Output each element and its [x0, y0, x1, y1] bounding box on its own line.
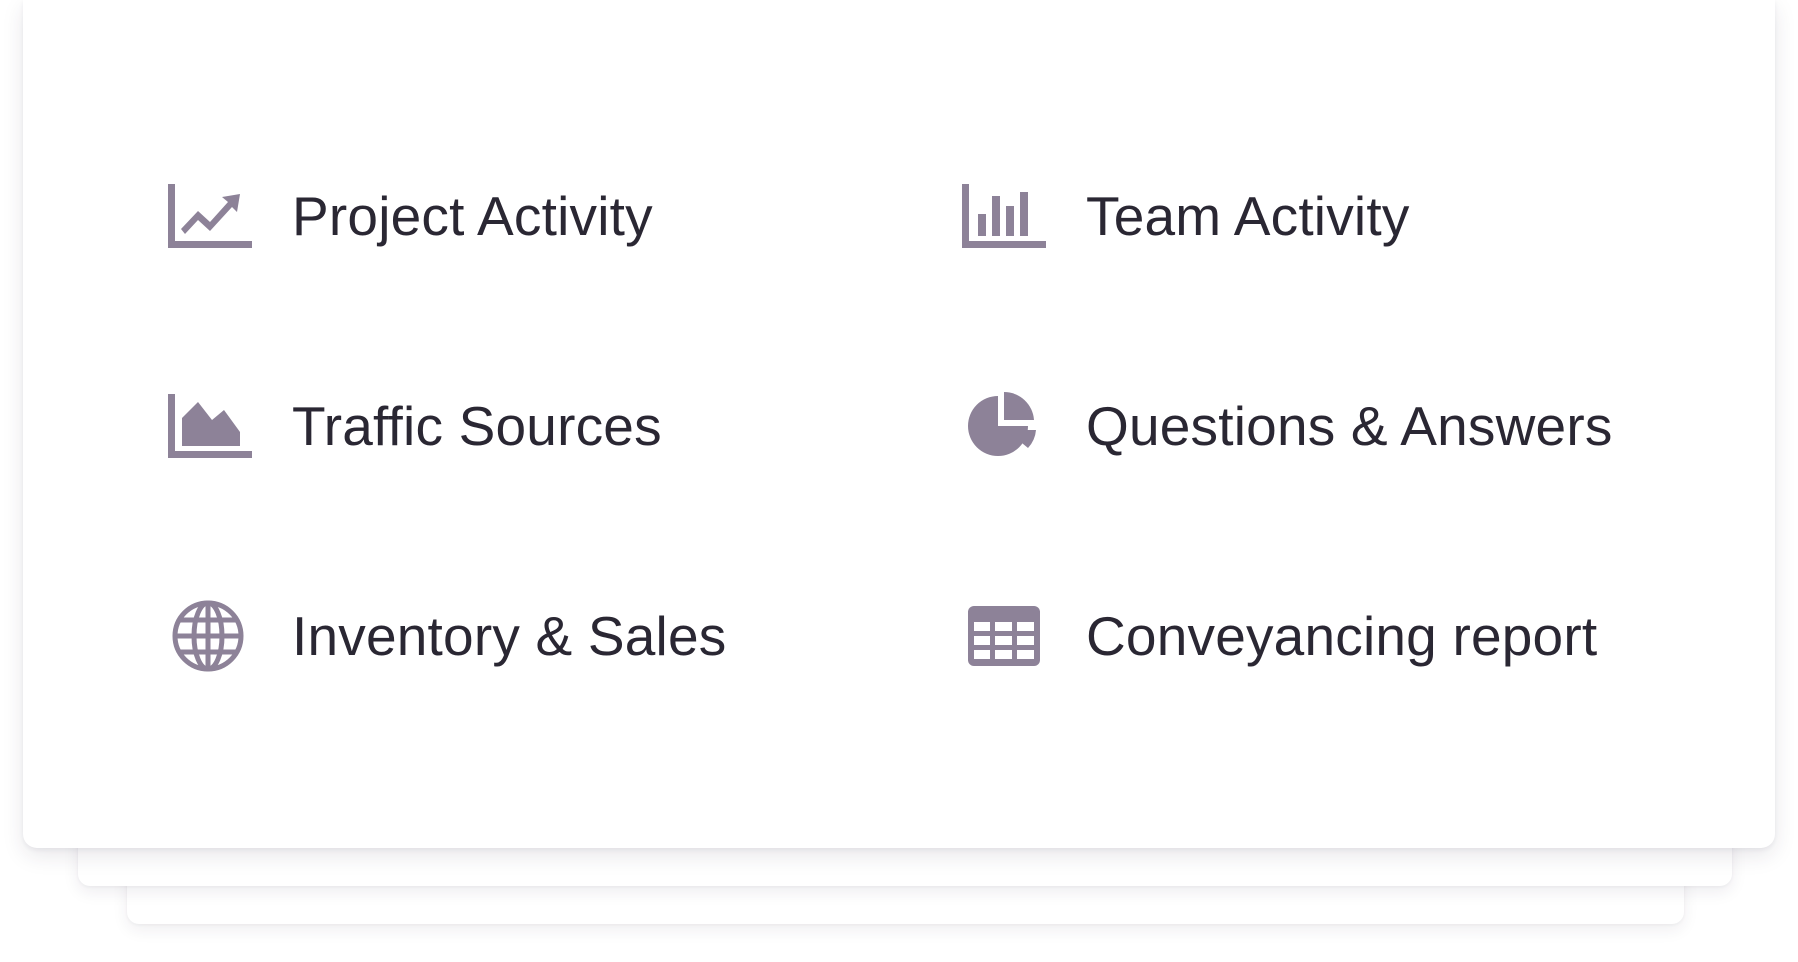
report-label: Team Activity [1086, 185, 1410, 247]
line-chart-icon [168, 180, 254, 252]
globe-icon [168, 600, 254, 672]
bar-chart-icon [962, 180, 1048, 252]
report-label: Traffic Sources [292, 395, 662, 457]
pie-chart-icon [962, 390, 1048, 462]
report-item-project-activity[interactable]: Project Activity [168, 171, 653, 261]
report-item-questions-answers[interactable]: Questions & Answers [962, 381, 1613, 471]
report-item-traffic-sources[interactable]: Traffic Sources [168, 381, 662, 471]
report-item-team-activity[interactable]: Team Activity [962, 171, 1410, 261]
area-chart-icon [168, 390, 254, 462]
report-label: Questions & Answers [1086, 395, 1613, 457]
report-item-inventory-sales[interactable]: Inventory & Sales [168, 591, 726, 681]
report-menu-stage: Project Activity Team Activity Traffic S… [0, 0, 1798, 962]
reports-card: Project Activity Team Activity Traffic S… [23, 0, 1775, 848]
report-item-conveyancing-report[interactable]: Conveyancing report [962, 591, 1597, 681]
table-icon [962, 600, 1048, 672]
reports-grid: Project Activity Team Activity Traffic S… [23, 0, 1775, 848]
report-label: Inventory & Sales [292, 605, 727, 667]
report-label: Conveyancing report [1086, 605, 1598, 667]
report-label: Project Activity [292, 185, 653, 247]
